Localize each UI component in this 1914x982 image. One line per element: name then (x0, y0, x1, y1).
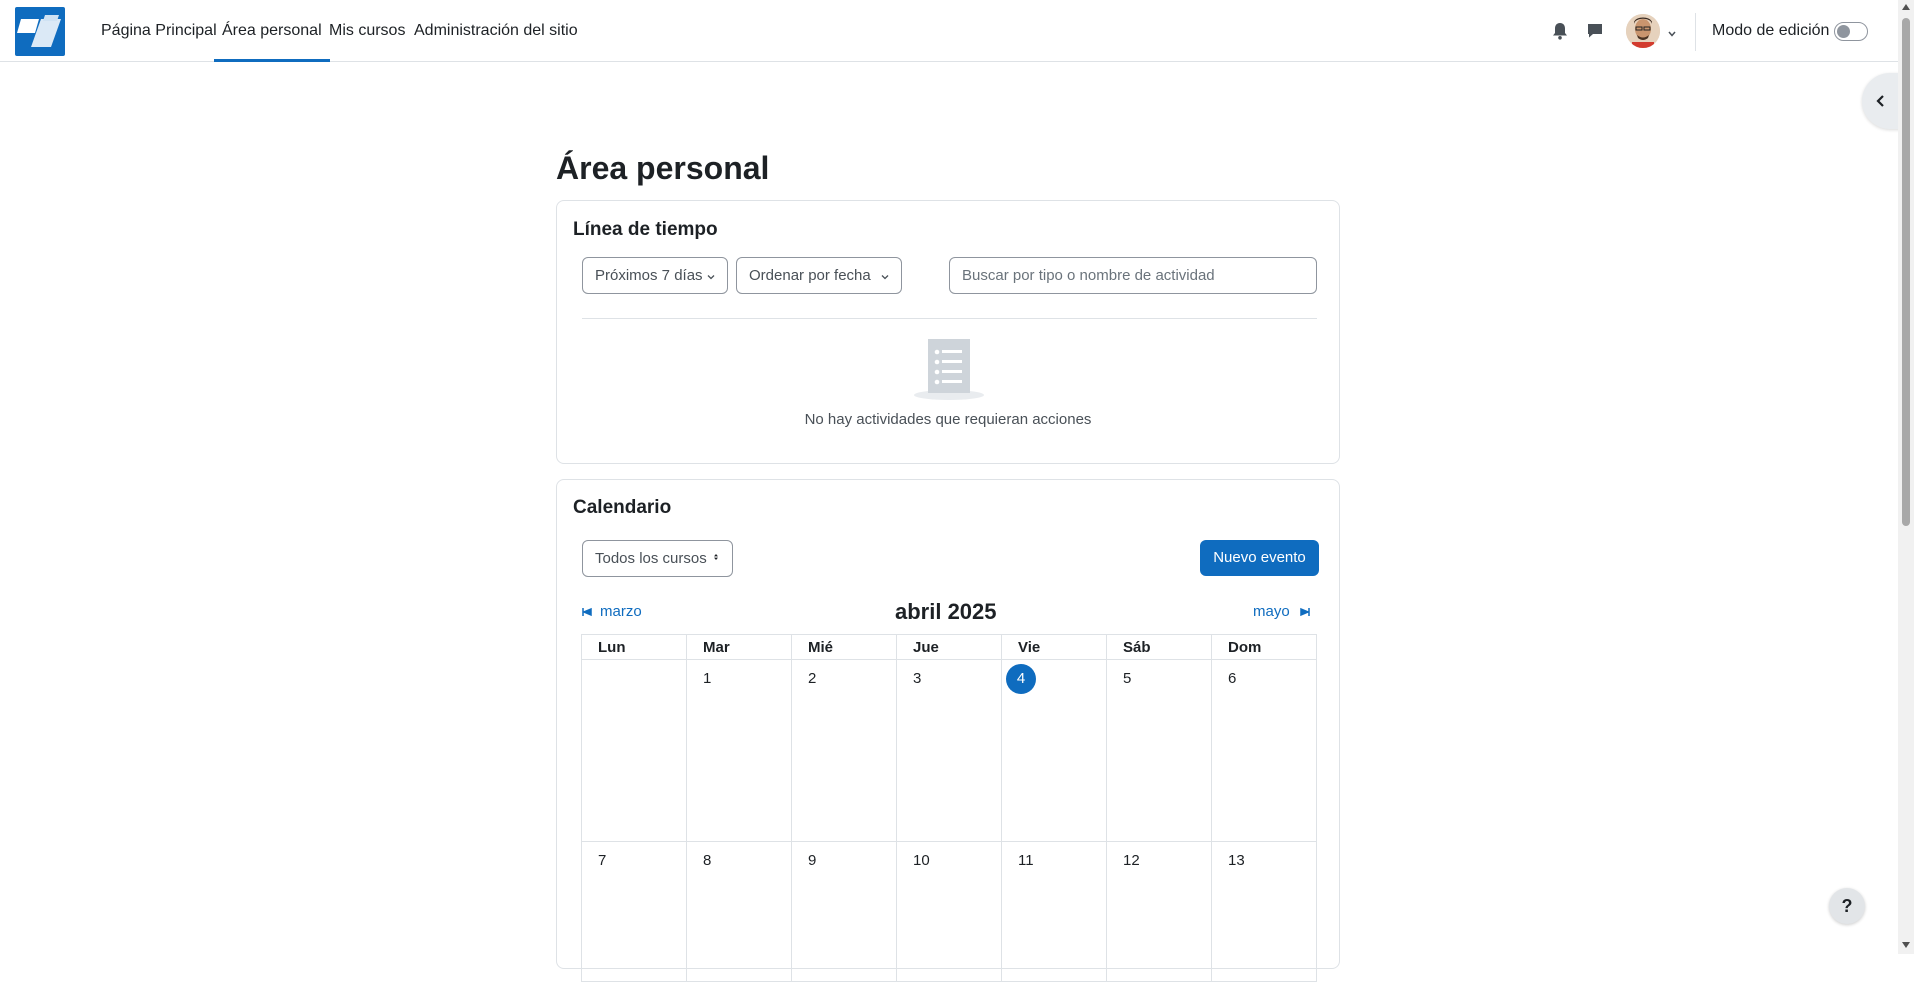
nav-dashboard[interactable]: Área personal (214, 0, 330, 62)
calendar-day[interactable]: 12 (1106, 842, 1211, 982)
calendar-day[interactable]: 7 (581, 842, 686, 982)
day-number: 2 (808, 670, 817, 687)
day-number: 6 (1228, 670, 1237, 687)
new-event-button[interactable]: Nuevo evento (1200, 540, 1319, 576)
calendar-day[interactable]: 11 (1001, 842, 1106, 982)
user-avatar[interactable] (1626, 14, 1660, 48)
day-number: 12 (1123, 852, 1140, 869)
bell-icon[interactable] (1552, 22, 1570, 40)
calendar-day[interactable]: 8 (686, 842, 791, 982)
day-number: 7 (598, 852, 607, 869)
top-navbar: Página Principal Área personal Mis curso… (0, 0, 1898, 62)
chevron-down-icon (707, 275, 715, 280)
timeline-filter-dropdown[interactable]: Próximos 7 días (582, 257, 728, 294)
weekday-sun: Dom (1211, 635, 1317, 661)
edit-mode-toggle[interactable] (1834, 22, 1868, 41)
weekday-tue: Mar (686, 635, 791, 661)
day-number: 8 (703, 852, 712, 869)
course-filter-label: Todos los cursos (595, 550, 707, 567)
timeline-empty-text: No hay actividades que requieran accione… (804, 411, 1092, 428)
site-logo[interactable] (15, 7, 65, 56)
sort-caret-icon (714, 554, 718, 560)
day-number: 9 (808, 852, 817, 869)
calendar-day[interactable]: 6 (1211, 660, 1317, 842)
scroll-up-arrow-icon[interactable] (1902, 4, 1910, 10)
today-badge: 4 (1006, 664, 1036, 694)
prev-month-link[interactable]: marzo (582, 603, 642, 620)
timeline-title: Línea de tiempo (573, 219, 718, 240)
nav-divider (1695, 13, 1696, 51)
nav-site-admin[interactable]: Administración del sitio (414, 0, 578, 62)
calendar-day-today[interactable]: 4 (1001, 660, 1106, 842)
timeline-search-input[interactable] (949, 257, 1317, 294)
next-month-label: mayo (1253, 603, 1290, 620)
nav-dashboard-label: Área personal (222, 22, 322, 39)
chat-icon[interactable] (1586, 22, 1604, 40)
prev-month-label: marzo (600, 603, 642, 620)
calendar-weekday-header: Lun Mar Mié Jue Vie Sáb Dom (581, 634, 1317, 661)
day-number: 5 (1123, 670, 1132, 687)
month-title: abril 2025 (895, 599, 997, 624)
calendar-day[interactable]: 1 (686, 660, 791, 842)
scrollbar-thumb[interactable] (1902, 18, 1910, 526)
day-number: 13 (1228, 852, 1245, 869)
timeline-block: Línea de tiempo Próximos 7 días Ordenar … (556, 200, 1340, 464)
day-number: 1 (703, 670, 712, 687)
course-filter-select[interactable]: Todos los cursos (582, 540, 733, 577)
weekday-sat: Sáb (1106, 635, 1211, 661)
day-number: 10 (913, 852, 930, 869)
timeline-divider (582, 318, 1317, 319)
calendar-day[interactable]: 13 (1211, 842, 1317, 982)
weekday-mon: Lun (581, 635, 686, 661)
weekday-thu: Jue (896, 635, 1001, 661)
calendar-day[interactable]: 9 (791, 842, 896, 982)
chevron-down-icon[interactable] (1667, 26, 1677, 37)
calendar-title: Calendario (573, 497, 672, 518)
arrow-right-icon (1299, 607, 1310, 617)
timeline-sort-label: Ordenar por fecha (749, 267, 871, 284)
nav-home[interactable]: Página Principal (101, 0, 217, 62)
nav-my-courses[interactable]: Mis cursos (329, 0, 405, 62)
next-month-link[interactable]: mayo (1253, 603, 1310, 620)
day-number: 3 (913, 670, 922, 687)
logo-icon (17, 15, 61, 47)
toggle-knob (1837, 25, 1850, 38)
scroll-down-arrow-icon[interactable] (1902, 942, 1910, 948)
calendar-day-empty (581, 660, 686, 842)
chevron-down-icon (881, 275, 889, 280)
timeline-filter-label: Próximos 7 días (595, 267, 703, 284)
day-number: 11 (1018, 852, 1034, 869)
edit-mode-label: Modo de edición (1712, 22, 1830, 39)
empty-list-icon (913, 337, 985, 401)
calendar-block: Calendario Todos los cursos Nuevo evento… (556, 479, 1340, 982)
weekday-fri: Vie (1001, 635, 1106, 661)
page-title: Área personal (556, 150, 770, 186)
page-scrollbar[interactable] (1898, 0, 1914, 954)
calendar-day[interactable]: 5 (1106, 660, 1211, 842)
arrow-left-icon (582, 607, 592, 617)
calendar-day[interactable]: 2 (791, 660, 896, 842)
timeline-sort-dropdown[interactable]: Ordenar por fecha (736, 257, 902, 294)
help-button[interactable]: ? (1829, 888, 1865, 924)
calendar-day[interactable]: 3 (896, 660, 1001, 842)
weekday-wed: Mié (791, 635, 896, 661)
calendar-day[interactable]: 10 (896, 842, 1001, 982)
